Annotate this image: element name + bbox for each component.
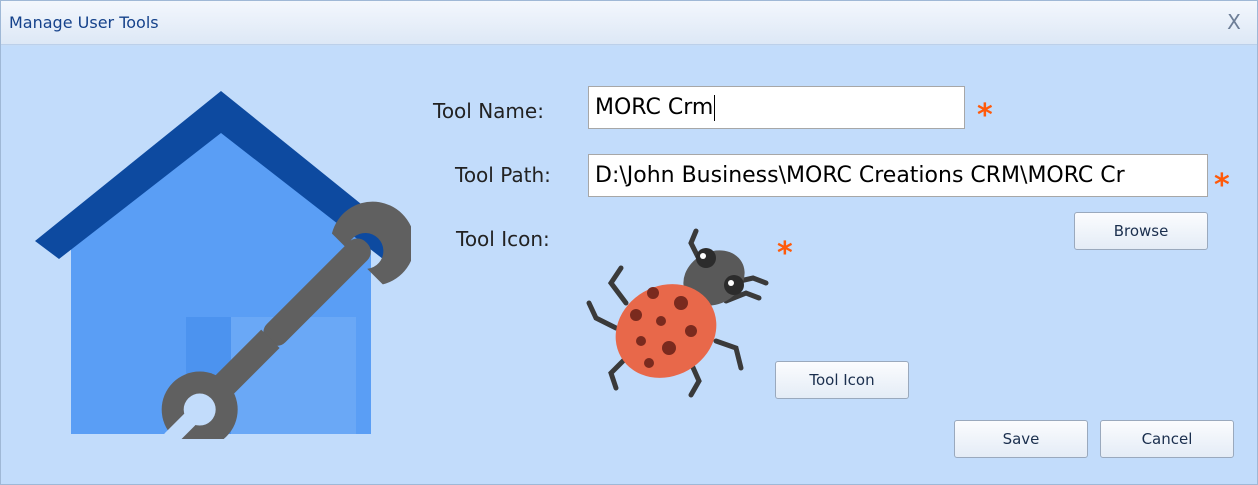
save-button[interactable]: Save	[954, 420, 1088, 458]
tool-name-label: Tool Name:	[433, 99, 544, 123]
text-caret	[714, 95, 716, 121]
browse-button[interactable]: Browse	[1074, 212, 1208, 250]
tool-name-value: MORC Crm	[595, 95, 714, 120]
tool-path-value: D:\John Business\MORC Creations CRM\MORC…	[595, 163, 1125, 188]
tool-icon-required-icon: *	[777, 236, 793, 271]
ladybug-icon	[586, 228, 769, 398]
tool-icon-label: Tool Icon:	[456, 227, 550, 251]
tool-path-required-icon: *	[1214, 168, 1230, 203]
house-wrench-icon	[35, 91, 411, 439]
tool-path-label: Tool Path:	[455, 163, 551, 187]
tool-name-input[interactable]: MORC Crm	[588, 86, 965, 129]
cancel-button[interactable]: Cancel	[1100, 420, 1234, 458]
tool-icon-button[interactable]: Tool Icon	[775, 361, 909, 399]
tool-name-required-icon: *	[977, 98, 993, 133]
window-title: Manage User Tools	[9, 13, 159, 32]
close-icon[interactable]: X	[1221, 9, 1247, 35]
tool-path-input[interactable]: D:\John Business\MORC Creations CRM\MORC…	[588, 154, 1208, 197]
manage-user-tools-dialog: Manage User Tools X Tool Name: MORC Crm …	[0, 0, 1258, 485]
title-bar: Manage User Tools X	[1, 1, 1257, 45]
